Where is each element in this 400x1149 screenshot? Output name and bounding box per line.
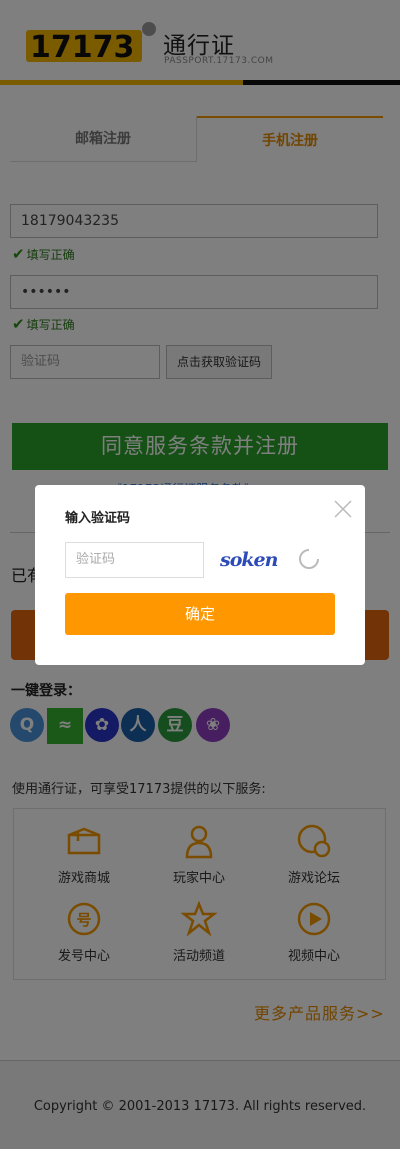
captcha-image[interactable]: soken: [220, 545, 285, 575]
captcha-modal: 输入验证码 验证码 soken 确定: [35, 485, 365, 665]
refresh-icon[interactable]: [298, 548, 320, 570]
confirm-button[interactable]: 确定: [65, 593, 335, 635]
close-icon[interactable]: [332, 498, 354, 520]
captcha-input[interactable]: 验证码: [65, 542, 204, 578]
modal-title: 输入验证码: [65, 511, 131, 526]
